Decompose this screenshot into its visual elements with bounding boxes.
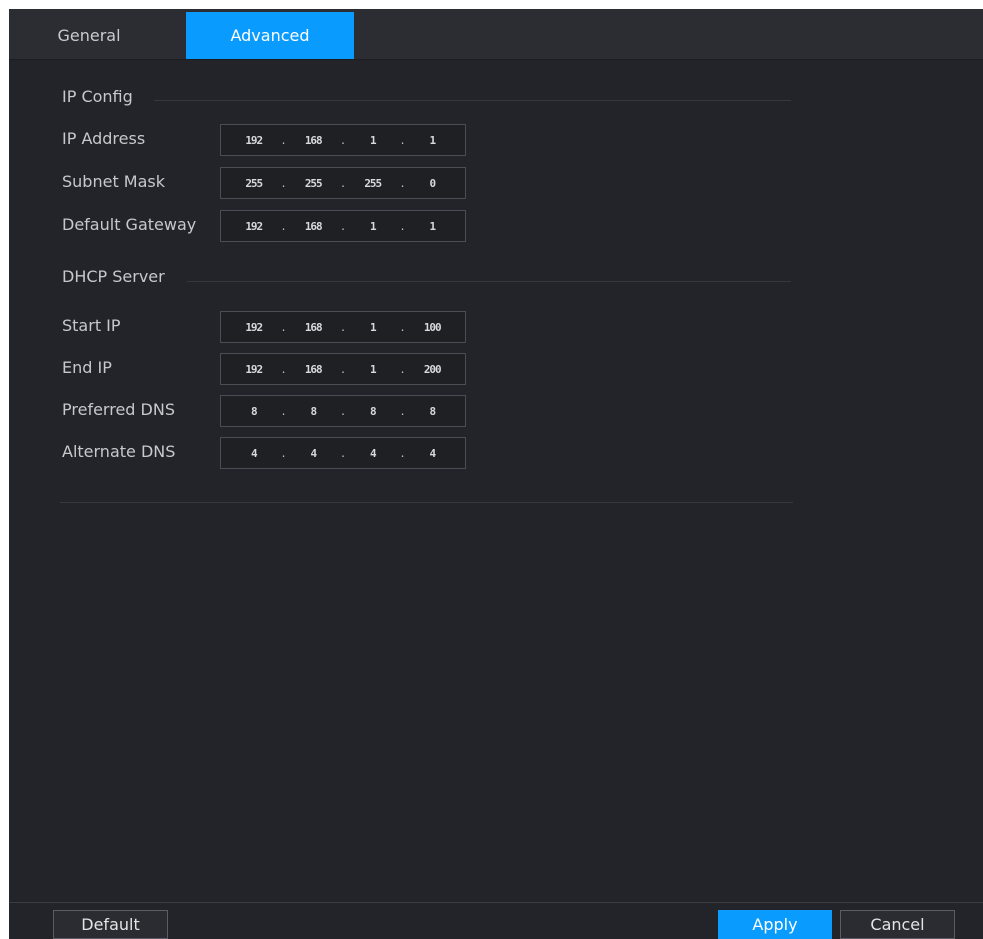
start-ip-octet-4[interactable]: 100 <box>408 321 458 334</box>
alternate-dns-label: Alternate DNS <box>62 442 176 461</box>
end-ip-octet-4[interactable]: 200 <box>408 363 458 376</box>
preferred-dns-octet-2[interactable]: 8 <box>289 405 339 418</box>
content-divider <box>60 502 793 503</box>
ip-config-divider <box>154 100 791 101</box>
dhcp-server-divider <box>187 281 791 282</box>
start-ip-octet-2[interactable]: 168 <box>289 321 339 334</box>
default-button[interactable]: Default <box>53 910 168 939</box>
apply-button[interactable]: Apply <box>718 910 832 939</box>
preferred-dns-label: Preferred DNS <box>62 400 175 419</box>
alternate-dns-octet-3[interactable]: 4 <box>348 447 398 460</box>
ip-address-octet-1[interactable]: 192 <box>229 134 279 147</box>
alternate-dns-octet-2[interactable]: 4 <box>289 447 339 460</box>
default-gateway-label: Default Gateway <box>62 215 197 234</box>
ip-config-section-title: IP Config <box>62 87 133 106</box>
ip-address-label: IP Address <box>62 129 146 148</box>
subnet-mask-octet-4[interactable]: 0 <box>408 177 458 190</box>
ip-address-octet-2[interactable]: 168 <box>289 134 339 147</box>
alternate-dns-octet-4[interactable]: 4 <box>408 447 458 460</box>
default-gateway-octet-1[interactable]: 192 <box>229 220 279 233</box>
preferred-dns-field[interactable]: 8. 8. 8. 8 <box>220 395 466 427</box>
preferred-dns-octet-4[interactable]: 8 <box>408 405 458 418</box>
ip-address-field[interactable]: 192. 168. 1. 1 <box>220 124 466 156</box>
subnet-mask-label: Subnet Mask <box>62 172 166 191</box>
start-ip-octet-1[interactable]: 192 <box>229 321 279 334</box>
tab-general[interactable]: General <box>39 12 139 59</box>
preferred-dns-octet-3[interactable]: 8 <box>348 405 398 418</box>
tab-bar: General Advanced <box>9 9 983 60</box>
start-ip-label: Start IP <box>62 316 121 335</box>
subnet-mask-octet-3[interactable]: 255 <box>348 177 398 190</box>
dhcp-server-section-title: DHCP Server <box>62 267 165 286</box>
default-gateway-octet-3[interactable]: 1 <box>348 220 398 233</box>
end-ip-field[interactable]: 192. 168. 1. 200 <box>220 353 466 385</box>
cancel-button[interactable]: Cancel <box>840 910 955 939</box>
subnet-mask-octet-2[interactable]: 255 <box>289 177 339 190</box>
ip-address-octet-3[interactable]: 1 <box>348 134 398 147</box>
start-ip-field[interactable]: 192. 168. 1. 100 <box>220 311 466 343</box>
alternate-dns-octet-1[interactable]: 4 <box>229 447 279 460</box>
network-settings-panel: General Advanced IP Config IP Address 19… <box>9 9 983 939</box>
subnet-mask-octet-1[interactable]: 255 <box>229 177 279 190</box>
preferred-dns-octet-1[interactable]: 8 <box>229 405 279 418</box>
tab-advanced[interactable]: Advanced <box>186 12 354 59</box>
footer-divider <box>9 902 983 903</box>
alternate-dns-field[interactable]: 4. 4. 4. 4 <box>220 437 466 469</box>
default-gateway-octet-4[interactable]: 1 <box>408 220 458 233</box>
default-gateway-field[interactable]: 192. 168. 1. 1 <box>220 210 466 242</box>
end-ip-label: End IP <box>62 358 112 377</box>
end-ip-octet-2[interactable]: 168 <box>289 363 339 376</box>
default-gateway-octet-2[interactable]: 168 <box>289 220 339 233</box>
end-ip-octet-3[interactable]: 1 <box>348 363 398 376</box>
ip-address-octet-4[interactable]: 1 <box>408 134 458 147</box>
subnet-mask-field[interactable]: 255. 255. 255. 0 <box>220 167 466 199</box>
end-ip-octet-1[interactable]: 192 <box>229 363 279 376</box>
start-ip-octet-3[interactable]: 1 <box>348 321 398 334</box>
